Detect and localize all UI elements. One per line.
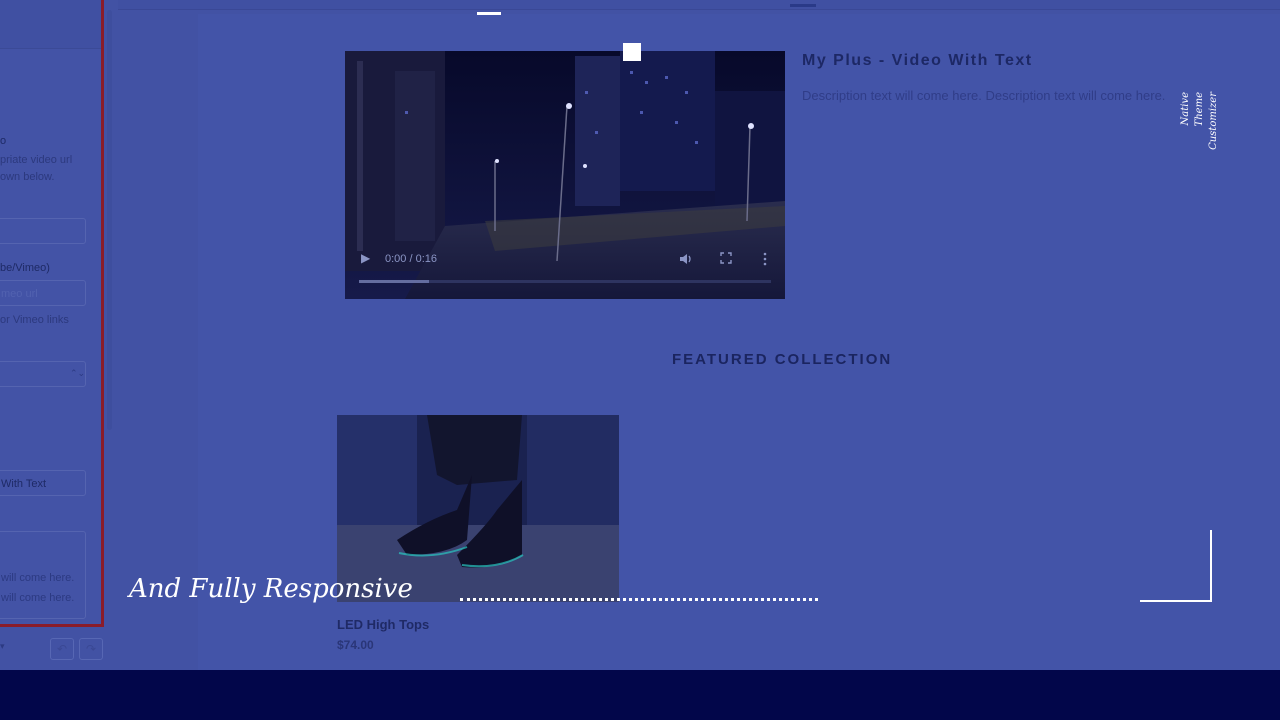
video-help-line-1: priate video url — [0, 154, 73, 166]
description-line-1: will come here. — [1, 572, 75, 584]
video-help-heading: o — [0, 135, 7, 147]
overlay-top-dash — [477, 12, 501, 15]
product-price: $74.00 — [337, 638, 374, 652]
featured-collection-title: FEATURED COLLECTION — [672, 351, 893, 368]
video-file-field[interactable] — [0, 218, 86, 244]
active-tab-indicator — [790, 4, 816, 7]
customizer-sidebar: o priate video url own below. be/Vimeo) … — [0, 0, 104, 627]
overlay-square-marker — [623, 43, 641, 61]
promo-caption: And Fully Responsive — [129, 574, 413, 604]
corner-bracket — [1140, 530, 1212, 602]
fullscreen-icon[interactable] — [720, 252, 732, 264]
tagline-theme: Theme — [1194, 92, 1205, 127]
heading-input[interactable]: With Text — [0, 470, 86, 496]
more-options-icon[interactable] — [762, 252, 768, 266]
volume-icon[interactable] — [679, 252, 693, 266]
vertical-tagline: Native Theme Customizer — [1180, 92, 1224, 158]
footer-band — [0, 670, 1280, 720]
device-dropdown-caret-icon[interactable]: ▾ — [0, 641, 5, 652]
video-url-placeholder: meo url — [1, 288, 38, 300]
video-player[interactable]: ▶ 0:00 / 0:16 — [345, 51, 785, 299]
redo-button[interactable]: ↷ — [79, 638, 103, 660]
description-textarea[interactable]: will come here. will come here. — [0, 531, 86, 619]
play-icon[interactable]: ▶ — [361, 251, 370, 265]
video-progress-bar[interactable] — [359, 280, 771, 283]
select-caret-icon: ⌃⌄ — [70, 368, 86, 378]
layout-select[interactable]: ⌃⌄ — [0, 361, 86, 387]
tagline-native: Native — [1180, 92, 1191, 126]
preview-top-bar — [118, 0, 1280, 10]
video-section-title: My Plus - Video With Text — [802, 52, 1033, 69]
video-progress-fill — [359, 280, 430, 283]
video-url-hint: or Vimeo links — [0, 314, 69, 326]
sidebar-scrollbar[interactable] — [107, 10, 112, 430]
description-line-2: will come here. — [1, 592, 75, 604]
video-url-input[interactable]: meo url — [0, 280, 86, 306]
sidebar-header — [0, 0, 101, 49]
heading-value: With Text — [1, 478, 47, 490]
tagline-customizer: Customizer — [1208, 92, 1219, 150]
product-name[interactable]: LED High Tops — [337, 617, 429, 632]
dotted-divider — [460, 598, 818, 601]
video-section-description: Description text will come here. Descrip… — [802, 88, 1166, 103]
undo-button[interactable]: ↶ — [50, 638, 74, 660]
video-url-label: be/Vimeo) — [0, 262, 50, 274]
sidebar-footer: ▾ ↶ ↷ — [0, 630, 118, 668]
video-help-line-2: own below. — [0, 171, 55, 183]
video-time: 0:00 / 0:16 — [385, 253, 437, 265]
